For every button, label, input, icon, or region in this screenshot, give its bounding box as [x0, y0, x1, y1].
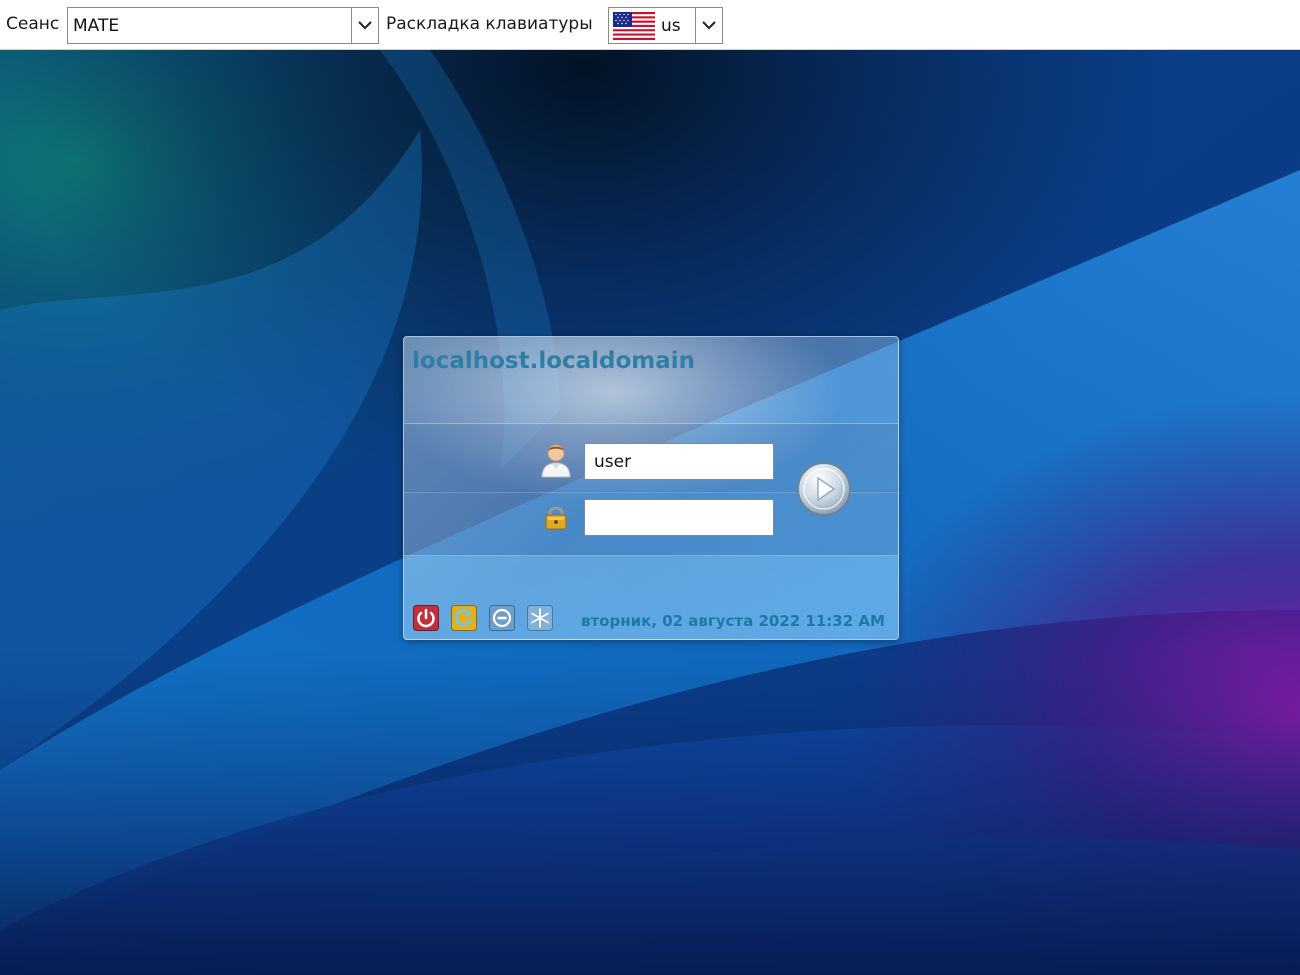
restart-icon[interactable]: [451, 605, 477, 631]
session-select-value: MATE: [73, 16, 120, 36]
lock-icon: [545, 506, 567, 530]
suspend-icon[interactable]: [489, 605, 515, 631]
chevron-down-icon: [358, 21, 372, 30]
session-label: Сеанс: [6, 14, 60, 34]
keyboard-layout-value: us: [661, 16, 681, 36]
datetime-display: вторник, 02 августа 2022 11:32 AM: [581, 612, 885, 630]
session-dropdown-button[interactable]: [351, 8, 378, 43]
us-flag-icon: [613, 12, 655, 40]
username-input[interactable]: [584, 443, 774, 480]
user-icon: [541, 444, 571, 478]
keyboard-layout-select[interactable]: us: [608, 7, 723, 44]
greeter-toolbar: Сеанс MATE Раскладка клавиатуры us: [0, 0, 1300, 50]
login-submit-button[interactable]: [796, 461, 852, 517]
session-select[interactable]: MATE: [67, 7, 379, 44]
chevron-down-icon: [702, 21, 716, 30]
password-input[interactable]: [584, 499, 774, 536]
power-icon[interactable]: [413, 605, 439, 631]
hibernate-icon[interactable]: [527, 605, 553, 631]
login-panel: localhost.localdomain user вторник, 02 а…: [403, 336, 899, 640]
keyboard-layout-label: Раскладка клавиатуры: [386, 14, 593, 34]
hostname-title: localhost.localdomain: [412, 348, 696, 374]
keyboard-layout-dropdown-button[interactable]: [695, 8, 722, 43]
